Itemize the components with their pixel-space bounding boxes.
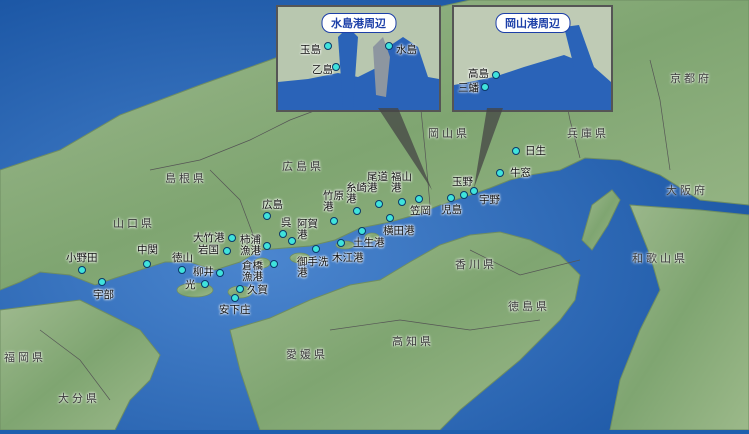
port-marker-itozaki[interactable] bbox=[353, 207, 361, 215]
port-marker-mitarai[interactable] bbox=[312, 245, 320, 253]
port-marker-kinoe[interactable] bbox=[337, 239, 345, 247]
port-marker-hinase[interactable] bbox=[512, 147, 520, 155]
port-marker-takashima-inset[interactable] bbox=[492, 71, 500, 79]
port-marker-otake[interactable] bbox=[228, 234, 236, 242]
port-marker-takehara[interactable] bbox=[330, 217, 338, 225]
port-marker-nakanoseki[interactable] bbox=[143, 260, 151, 268]
port-marker-iwakuni[interactable] bbox=[223, 247, 231, 255]
port-marker-yokota[interactable] bbox=[386, 214, 394, 222]
port-marker-tamashima-inset[interactable] bbox=[324, 42, 332, 50]
port-marker-ube[interactable] bbox=[98, 278, 106, 286]
port-marker-hiroshima[interactable] bbox=[263, 212, 271, 220]
port-marker-kasaoka[interactable] bbox=[415, 195, 423, 203]
port-marker-aga[interactable] bbox=[288, 237, 296, 245]
port-marker-kojima[interactable] bbox=[447, 194, 455, 202]
port-marker-fukuyama[interactable] bbox=[398, 198, 406, 206]
port-marker-mizushima-inset[interactable] bbox=[385, 42, 393, 50]
port-marker-kure[interactable] bbox=[279, 230, 287, 238]
port-marker-kurahashi[interactable] bbox=[270, 260, 278, 268]
port-marker-uno[interactable] bbox=[470, 187, 478, 195]
port-marker-kakinoura[interactable] bbox=[263, 242, 271, 250]
port-marker-hikari[interactable] bbox=[201, 280, 209, 288]
port-marker-tamano[interactable] bbox=[460, 191, 468, 199]
port-marker-sanban-inset[interactable] bbox=[481, 83, 489, 91]
port-marker-onomichi[interactable] bbox=[375, 200, 383, 208]
port-marker-onoda[interactable] bbox=[78, 266, 86, 274]
port-marker-kuka[interactable] bbox=[236, 285, 244, 293]
port-marker-ushimado[interactable] bbox=[496, 169, 504, 177]
port-marker-tokuyama[interactable] bbox=[178, 266, 186, 274]
port-marker-habu[interactable] bbox=[358, 227, 366, 235]
port-marker-agenosho[interactable] bbox=[231, 294, 239, 302]
port-marker-otoshima-inset[interactable] bbox=[332, 63, 340, 71]
port-marker-yanai[interactable] bbox=[216, 269, 224, 277]
port-markers bbox=[78, 42, 520, 302]
